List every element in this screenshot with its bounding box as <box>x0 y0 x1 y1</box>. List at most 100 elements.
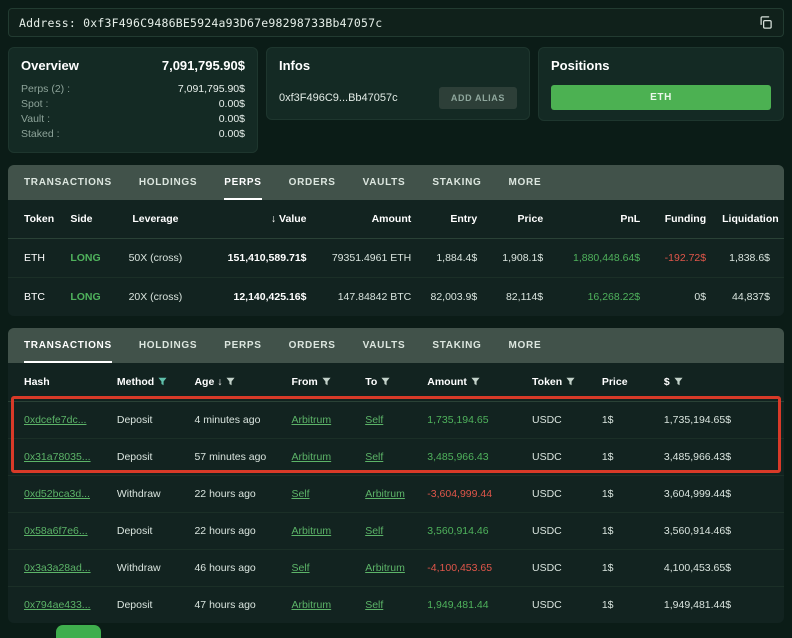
filter-icon[interactable] <box>471 377 480 386</box>
col-header-token[interactable]: Token <box>524 363 594 402</box>
col-header-hash[interactable]: Hash <box>8 363 109 402</box>
tab-staking[interactable]: STAKING <box>432 165 481 200</box>
hash-link[interactable]: 0x31a78035... <box>24 451 91 463</box>
to-link[interactable]: Self <box>365 525 383 537</box>
cell-to: Self <box>357 402 419 439</box>
cell-price: 82,114$ <box>485 278 551 317</box>
col-header-method[interactable]: Method <box>109 363 187 402</box>
position-token-button-eth[interactable]: ETH <box>551 85 771 110</box>
from-link[interactable]: Arbitrum <box>291 451 331 463</box>
table-row: 0x3a3a28ad...Withdraw46 hours agoSelfArb… <box>8 550 784 587</box>
tab-perps[interactable]: PERPS <box>224 328 261 363</box>
to-link[interactable]: Self <box>365 414 383 426</box>
cell-from: Self <box>283 476 357 513</box>
from-link[interactable]: Self <box>291 488 309 500</box>
col-header-pnl[interactable]: PnL <box>551 200 648 239</box>
col-header-usd[interactable]: $ <box>656 363 784 402</box>
overview-row: Staked :0.00$ <box>21 127 245 142</box>
col-header-price[interactable]: Price <box>485 200 551 239</box>
tab-more[interactable]: MORE <box>509 165 542 200</box>
col-header-amount[interactable]: Amount <box>419 363 524 402</box>
cell-price: 1$ <box>594 439 656 476</box>
tab-holdings[interactable]: HOLDINGS <box>139 328 197 363</box>
col-header-entry[interactable]: Entry <box>419 200 485 239</box>
tab-vaults[interactable]: VAULTS <box>363 328 406 363</box>
cell-token: USDC <box>524 402 594 439</box>
table-row: ETHLONG50X (cross)151,410,589.71$79351.4… <box>8 239 784 278</box>
hash-link[interactable]: 0x3a3a28ad... <box>24 562 91 574</box>
col-header-token[interactable]: Token <box>8 200 62 239</box>
col-header-liquidation[interactable]: Liquidation <box>714 200 784 239</box>
positions-card: Positions ETH <box>538 47 784 121</box>
cell-method: Withdraw <box>109 550 187 587</box>
filter-icon[interactable] <box>566 377 575 386</box>
to-link[interactable]: Arbitrum <box>365 562 405 574</box>
from-link[interactable]: Self <box>291 562 309 574</box>
filter-icon[interactable] <box>322 377 331 386</box>
col-header-price[interactable]: Price <box>594 363 656 402</box>
cell-to: Self <box>357 439 419 476</box>
cell-to: Arbitrum <box>357 550 419 587</box>
from-link[interactable]: Arbitrum <box>291 599 331 611</box>
hash-link[interactable]: 0x58a6f7e6... <box>24 525 88 537</box>
cell-amount: 3,485,966.43 <box>419 439 524 476</box>
cell-price: 1$ <box>594 550 656 587</box>
tab-transactions[interactable]: TRANSACTIONS <box>24 328 112 363</box>
col-header-to[interactable]: To <box>357 363 419 402</box>
from-link[interactable]: Arbitrum <box>291 525 331 537</box>
overview-row-label: Vault : <box>21 112 50 127</box>
add-alias-button[interactable]: ADD ALIAS <box>439 87 517 109</box>
cell-price: 1,908.1$ <box>485 239 551 278</box>
filter-icon[interactable] <box>226 377 235 386</box>
cell-usd: 3,485,966.43$ <box>656 439 784 476</box>
to-link[interactable]: Arbitrum <box>365 488 405 500</box>
cell-usd: 3,560,914.46$ <box>656 513 784 550</box>
cell-leverage: 20X (cross) <box>113 278 198 317</box>
filter-icon[interactable] <box>158 377 167 386</box>
from-link[interactable]: Arbitrum <box>291 414 331 426</box>
to-link[interactable]: Self <box>365 451 383 463</box>
tab-more[interactable]: MORE <box>509 328 542 363</box>
tab-holdings[interactable]: HOLDINGS <box>139 165 197 200</box>
cell-amount: 1,949,481.44 <box>419 587 524 624</box>
tab-transactions[interactable]: TRANSACTIONS <box>24 165 112 200</box>
col-header-leverage[interactable]: Leverage <box>113 200 198 239</box>
cell-price: 1$ <box>594 476 656 513</box>
tab-vaults[interactable]: VAULTS <box>363 165 406 200</box>
tab-orders[interactable]: ORDERS <box>289 165 336 200</box>
cell-usd: 1,735,194.65$ <box>656 402 784 439</box>
cell-method: Deposit <box>109 439 187 476</box>
address-value: 0xf3F496C9486BE5924a93D67e98298733Bb4705… <box>83 16 382 30</box>
copy-icon[interactable] <box>758 15 773 30</box>
transactions-table: HashMethodAge ↓FromToAmountTokenPrice$0x… <box>8 363 784 623</box>
hash-link[interactable]: 0xd52bca3d... <box>24 488 90 500</box>
col-header-funding[interactable]: Funding <box>648 200 714 239</box>
cell-method: Deposit <box>109 402 187 439</box>
cell-entry: 82,003.9$ <box>419 278 485 317</box>
col-header-from[interactable]: From <box>283 363 357 402</box>
overview-row-value: 0.00$ <box>219 97 245 112</box>
cell-value: 151,410,589.71$ <box>198 239 314 278</box>
hash-link[interactable]: 0x794ae433... <box>24 599 91 611</box>
col-header-value[interactable]: ↓ Value <box>198 200 314 239</box>
hash-link[interactable]: 0xdcefe7dc... <box>24 414 86 426</box>
cell-pnl: 1,880,448.64$ <box>551 239 648 278</box>
col-header-side[interactable]: Side <box>62 200 112 239</box>
chat-widget-partial[interactable] <box>56 625 101 638</box>
cell-leverage: 50X (cross) <box>113 239 198 278</box>
cell-age: 22 hours ago <box>186 476 283 513</box>
to-link[interactable]: Self <box>365 599 383 611</box>
tab-perps[interactable]: PERPS <box>224 165 261 200</box>
filter-icon[interactable] <box>674 377 683 386</box>
tab-staking[interactable]: STAKING <box>432 328 481 363</box>
col-header-age[interactable]: Age ↓ <box>186 363 283 402</box>
perps-tab-bar: TRANSACTIONS HOLDINGS PERPS ORDERS VAULTS STA… <box>8 165 784 200</box>
short-address: 0xf3F496C9...Bb47057c <box>279 92 398 104</box>
tab-orders[interactable]: ORDERS <box>289 328 336 363</box>
cell-method: Deposit <box>109 513 187 550</box>
overview-breakdown: Perps (2) :7,091,795.90$Spot :0.00$Vault… <box>21 82 245 142</box>
col-header-amount[interactable]: Amount <box>315 200 420 239</box>
filter-icon[interactable] <box>381 377 390 386</box>
overview-row-label: Perps (2) : <box>21 82 70 97</box>
cell-hash: 0x31a78035... <box>8 439 109 476</box>
